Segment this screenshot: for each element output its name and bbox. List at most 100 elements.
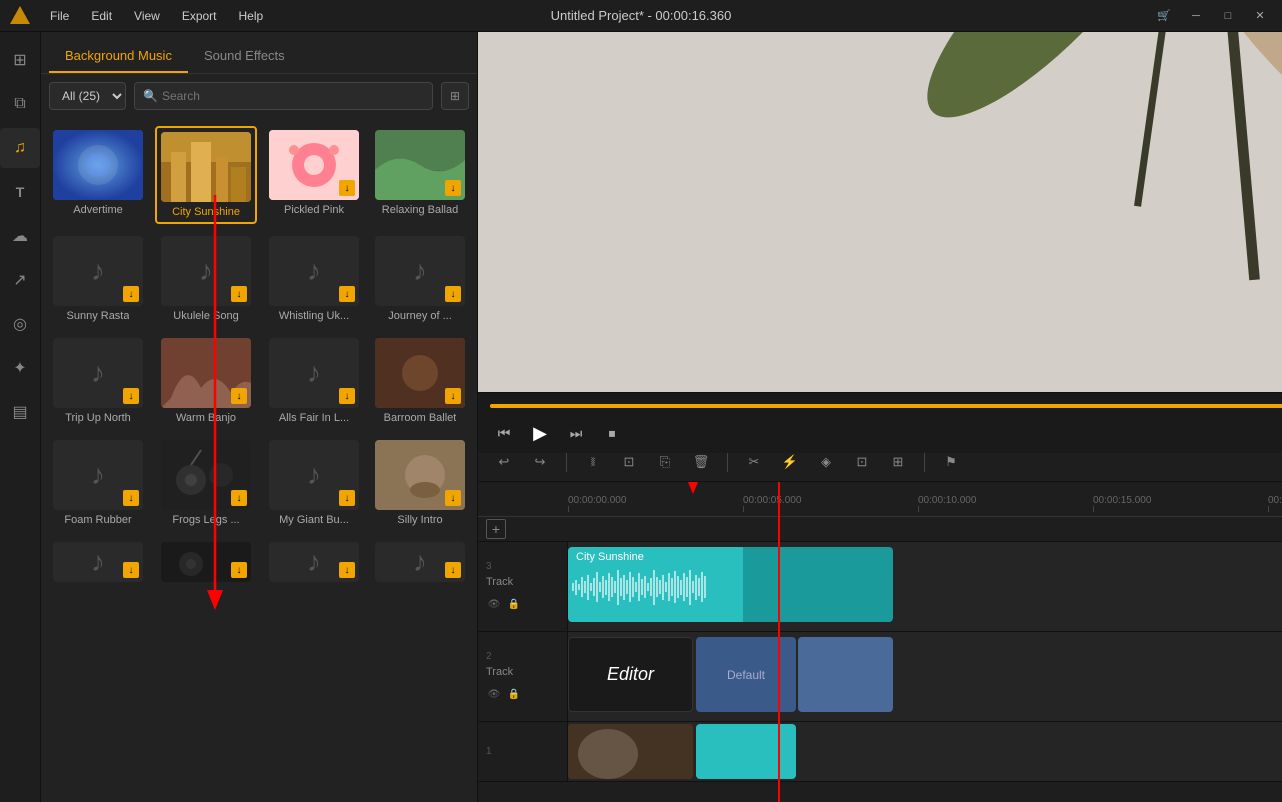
video-clip-3[interactable]	[798, 637, 893, 712]
music-item-13[interactable]: ♪ ↓ Foam Rubber	[49, 436, 147, 530]
download-badge-18: ↓	[231, 562, 247, 578]
transitions-panel-button[interactable]: ↗	[0, 260, 40, 300]
music-item-12[interactable]: ↓ Barroom Ballet	[371, 334, 469, 428]
bottom-clip[interactable]	[568, 724, 693, 779]
music-item-3[interactable]: ↓ Pickled Pink	[265, 126, 363, 224]
menu-view[interactable]: View	[124, 5, 170, 27]
skip-back-button[interactable]: ⏮	[490, 419, 518, 447]
music-item-11[interactable]: ♪ ↓ Alls Fair In L...	[265, 334, 363, 428]
category-dropdown[interactable]: All (25)	[49, 82, 126, 110]
music-item-20[interactable]: ♪ ↓	[371, 538, 469, 586]
music-label-6: Ukulele Song	[173, 310, 238, 322]
timeline-ruler: 00:00:00.000 00:00:05.000 00:00:10.000 0…	[478, 482, 1282, 517]
ruler-mark-2: 00:00:10.000	[918, 495, 1013, 512]
audio-clip-continuation[interactable]	[743, 547, 893, 622]
music-thumb-17: ♪ ↓	[53, 542, 143, 582]
layers-panel-button[interactable]: ⧉	[0, 84, 40, 124]
audio-clip-main[interactable]: City Sunshine	[568, 547, 743, 622]
music-label-13: Foam Rubber	[64, 514, 131, 526]
tab-background-music[interactable]: Background Music	[49, 40, 188, 73]
music-thumb-13: ♪ ↓	[53, 440, 143, 510]
music-item-16[interactable]: ↓ Silly Intro	[371, 436, 469, 530]
video-frame: Editor	[478, 32, 1282, 392]
download-badge-14: ↓	[231, 490, 247, 506]
stop-button[interactable]: ⏹	[598, 419, 626, 447]
music-label-11: Alls Fair In L...	[279, 412, 349, 424]
playback-controls-row: ⏮ ▶ ⏭ ⏹ Full 📷 🔊 ⧉ ⛶	[490, 419, 1282, 447]
music-item-1[interactable]: Advertime	[49, 126, 147, 224]
music-label-1: Advertime	[73, 204, 123, 216]
menu-edit[interactable]: Edit	[81, 5, 122, 27]
ruler-mark-3: 00:00:15.000	[1093, 495, 1188, 512]
cart-button[interactable]: 🛒	[1150, 5, 1178, 27]
editor-clip-label: Editor	[607, 664, 654, 685]
music-thumb-18: ↓	[161, 542, 251, 582]
media-panel-button[interactable]: ⊞	[0, 40, 40, 80]
music-item-10[interactable]: ↓ Warm Banjo	[155, 334, 257, 428]
track-lock-3[interactable]: 🔒	[506, 596, 522, 612]
video-clip-editor[interactable]: Editor	[568, 637, 693, 712]
music-item-2[interactable]: City Sunshine	[155, 126, 257, 224]
audio-panel-button[interactable]: ♫	[0, 128, 40, 168]
minimize-button[interactable]: ─	[1182, 5, 1210, 27]
menu-export[interactable]: Export	[172, 5, 227, 27]
music-item-8[interactable]: ♪ ↓ Journey of ...	[371, 232, 469, 326]
progress-bar[interactable]	[490, 404, 1282, 408]
app-logo	[8, 4, 32, 28]
music-item-6[interactable]: ♪ ↓ Ukulele Song	[155, 232, 257, 326]
track-lock-2[interactable]: 🔒	[506, 686, 522, 702]
text-panel-button[interactable]: T	[0, 172, 40, 212]
main-layout: ⊞ ⧉ ♫ T ☁ ↗ ◎ ✦ ▤ Background Music Sound…	[0, 32, 1282, 802]
music-item-19[interactable]: ♪ ↓	[265, 538, 363, 586]
add-track-row: +	[478, 517, 1282, 542]
tracks-area: 3 Track 👁 🔒 City Sunshine	[478, 542, 1282, 802]
track-visibility-3[interactable]: 👁	[486, 596, 502, 612]
grid-view-button[interactable]: ⊞	[441, 82, 469, 110]
music-label-10: Warm Banjo	[176, 412, 236, 424]
right-panel: Editor 00 : 00 : 10 .800 ⏮ ▶	[478, 32, 1282, 802]
music-label-5: Sunny Rasta	[67, 310, 130, 322]
music-item-4[interactable]: ↓ Relaxing Ballad	[371, 126, 469, 224]
music-item-17[interactable]: ♪ ↓	[49, 538, 147, 586]
preview-video: Editor 00 : 00 : 10 .800 ⏮ ▶	[478, 32, 1282, 442]
music-grid: Advertime City Sunshine	[41, 118, 477, 802]
download-badge-5: ↓	[123, 286, 139, 302]
music-item-15[interactable]: ♪ ↓ My Giant Bu...	[265, 436, 363, 530]
left-panel: Background Music Sound Effects All (25) …	[41, 32, 478, 802]
close-button[interactable]: ✕	[1246, 5, 1274, 27]
effects-panel-button[interactable]: ☁	[0, 216, 40, 256]
music-item-5[interactable]: ♪ ↓ Sunny Rasta	[49, 232, 147, 326]
menu-file[interactable]: File	[40, 5, 79, 27]
track-visibility-2[interactable]: 👁	[486, 686, 502, 702]
music-item-18[interactable]: ↓	[155, 538, 257, 586]
search-input[interactable]	[162, 89, 424, 103]
music-item-9[interactable]: ♪ ↓ Trip Up North	[49, 334, 147, 428]
playhead-marker[interactable]	[688, 482, 698, 516]
download-badge-8: ↓	[445, 286, 461, 302]
music-item-14[interactable]: ↓ Frogs Legs ...	[155, 436, 257, 530]
tab-sound-effects[interactable]: Sound Effects	[188, 40, 301, 73]
captions-panel-button[interactable]: ▤	[0, 392, 40, 432]
track-name-3: Track	[486, 576, 559, 588]
default-clip-label: Default	[727, 668, 765, 682]
audio-clip-label: City Sunshine	[568, 547, 743, 567]
music-label-16: Silly Intro	[397, 514, 442, 526]
download-badge-11: ↓	[339, 388, 355, 404]
add-track-button[interactable]: +	[486, 519, 506, 539]
maximize-button[interactable]: □	[1214, 5, 1242, 27]
filters-panel-button[interactable]: ◎	[0, 304, 40, 344]
music-item-7[interactable]: ♪ ↓ Whistling Uk...	[265, 232, 363, 326]
skip-forward-button[interactable]: ⏭	[562, 419, 590, 447]
bottom-clip-2[interactable]	[696, 724, 796, 779]
download-badge-3: ↓	[339, 180, 355, 196]
template-panel-button[interactable]: ✦	[0, 348, 40, 388]
track-label-1: 1	[478, 722, 568, 781]
ruler-mark-0: 00:00:00.000	[568, 495, 663, 512]
track-num-2: 2	[486, 651, 559, 662]
download-badge-9: ↓	[123, 388, 139, 404]
play-button[interactable]: ▶	[526, 419, 554, 447]
video-clip-default[interactable]: Default	[696, 637, 796, 712]
track-num-3: 3	[486, 561, 559, 572]
music-thumb-12: ↓	[375, 338, 465, 408]
menu-help[interactable]: Help	[229, 5, 274, 27]
